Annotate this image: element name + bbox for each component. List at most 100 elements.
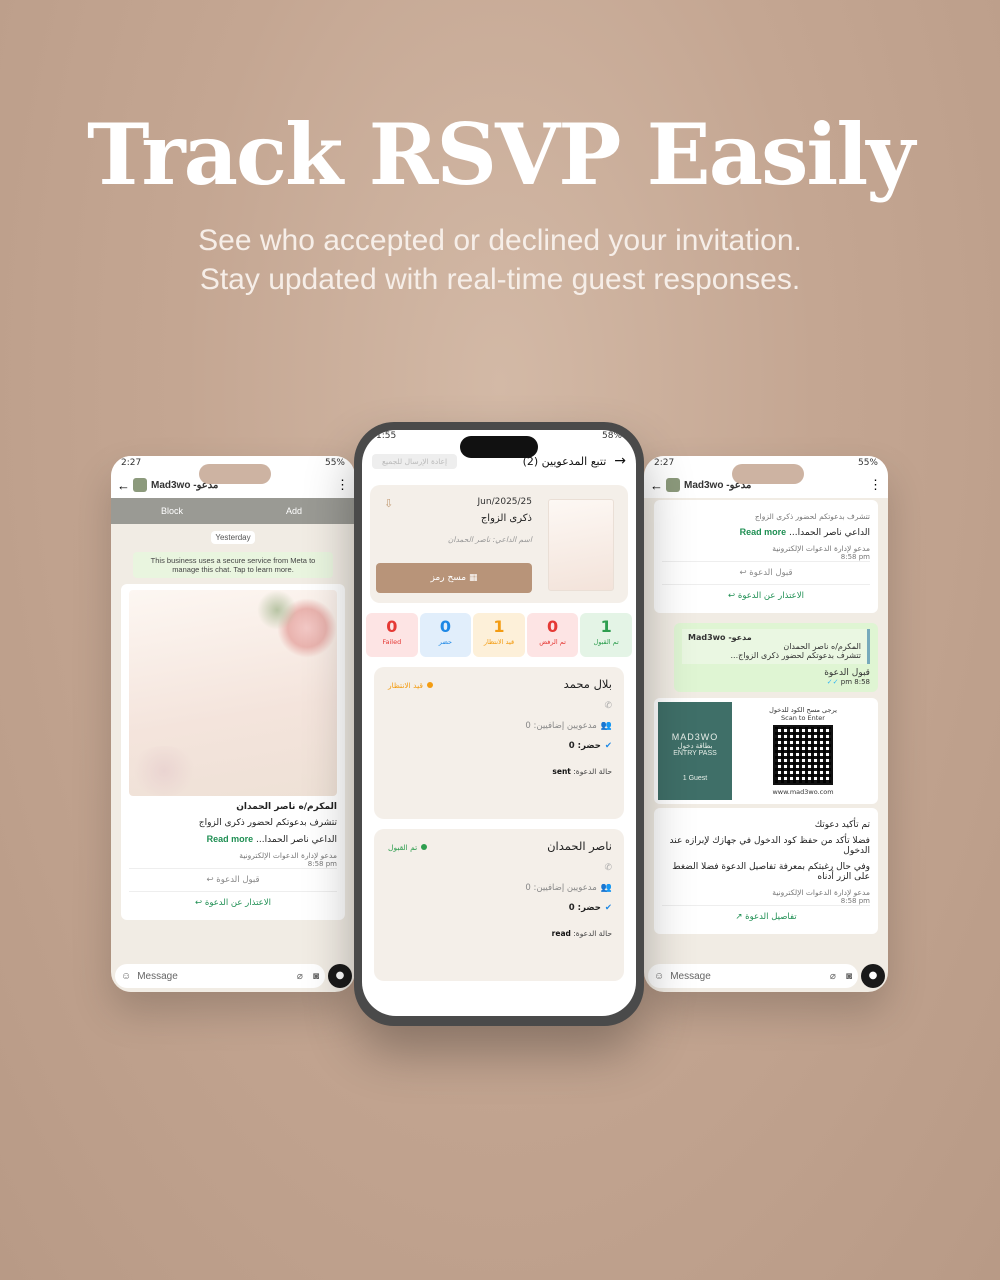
entry-pass-card[interactable]: MAD3WO بطاقة دخول ENTRY PASS 1 Guest يرج…	[654, 698, 878, 804]
accept-invite-button[interactable]: قبول الدعوة ↩	[662, 561, 870, 584]
external-link-icon: ↗	[735, 912, 743, 922]
guest-card[interactable]: ناصر الحمدان تم القبول ✆ 👥مدعويين إضافيين: …	[374, 829, 624, 981]
inviter-line: الداعي ناصر الحمدا... Read more	[662, 527, 870, 538]
back-arrow-icon[interactable]: ←	[650, 478, 663, 493]
quoted-message[interactable]: Mad3wo -مدعو المكرم/ه ناصر الحمدان تتشرف…	[682, 629, 870, 664]
message-time: 8:58 pm	[840, 897, 870, 905]
mic-icon[interactable]: ●	[861, 964, 885, 988]
forward-arrow-icon[interactable]: →	[614, 453, 626, 469]
reply-icon: ↩	[728, 591, 736, 601]
pass-url: www.mad3wo.com	[772, 788, 834, 796]
meta-business-note[interactable]: This business uses a secure service from…	[133, 552, 333, 578]
stat-card[interactable]: 1 قيد الانتظار	[473, 613, 525, 657]
left-phone-whatsapp-invite: 2:27 55% ← Mad3wo -مدعو ⋮ Block Add Yest…	[111, 456, 355, 992]
mic-icon[interactable]: ●	[328, 964, 352, 988]
decline-invite-button[interactable]: الاعتذار عن الدعوة ↩	[662, 584, 870, 607]
stat-card[interactable]: 1 تم القبول	[580, 613, 632, 657]
camera-icon[interactable]: ◙	[846, 971, 852, 982]
event-thumbnail[interactable]	[548, 499, 614, 591]
read-more-link[interactable]: Read more	[207, 834, 254, 844]
pass-guests: 1 Guest	[682, 775, 708, 782]
decline-invite-button[interactable]: الاعتذار عن الدعوة ↩	[129, 891, 337, 914]
center-phone-rsvp-tracker: 1:55 58% إعادة الإرسال للجميع تتبع المدع…	[362, 430, 636, 1016]
extra-guests-text: مدعويين إضافيين: 0	[525, 883, 597, 893]
guest-status-badge: تم القبول	[388, 843, 428, 852]
event-inviter: اسم الداعي: ناصر الحمدان	[447, 535, 532, 544]
stat-label: Failed	[382, 638, 402, 646]
guest-status-badge: قيد الانتظار	[388, 681, 433, 690]
contact-avatar[interactable]	[666, 478, 680, 492]
status-time: 2:27	[121, 458, 142, 468]
camera-notch	[199, 464, 271, 484]
attended-row: ✔حضر: 0	[386, 741, 612, 751]
stat-label: تم القبول	[593, 638, 619, 646]
read-more-link[interactable]: Read more	[740, 527, 787, 537]
pass-scan-en: Scan to Enter	[781, 714, 825, 722]
quote-sender: Mad3wo -مدعو	[688, 633, 752, 642]
stat-value: 0	[547, 617, 559, 636]
more-options-icon[interactable]: ⋮	[869, 477, 882, 493]
accept-label: قبول الدعوة	[749, 568, 793, 578]
inviter-text: الداعي ناصر الحمدا...	[256, 835, 337, 845]
accept-invite-button[interactable]: قبول الدعوة ↩	[129, 868, 337, 891]
invite-state-label: حالة الدعوة:	[570, 767, 612, 776]
invite-state-label: حالة الدعوة:	[570, 929, 612, 938]
phone-row: ✆	[386, 863, 612, 873]
back-arrow-icon[interactable]: ←	[117, 478, 130, 493]
guest-card[interactable]: بلال محمد قيد الانتظار ✆ 👥مدعويين إضافيين: …	[374, 667, 624, 819]
decline-label: الاعتذار عن الدعوة	[737, 591, 804, 601]
message-input[interactable]: ☺ Message ⌀ ◙	[648, 964, 858, 988]
attach-icon[interactable]: ⌀	[830, 971, 836, 982]
block-button[interactable]: Block	[111, 506, 233, 516]
accept-label: قبول الدعوة	[216, 875, 260, 885]
scan-code-button[interactable]: مسح رمز ▦	[376, 563, 532, 593]
camera-notch	[732, 464, 804, 484]
stat-label: قيد الانتظار	[483, 638, 515, 646]
phone-icon[interactable]: ✆	[604, 863, 612, 873]
attach-icon[interactable]: ⌀	[297, 971, 303, 982]
download-icon[interactable]: ⇩	[384, 497, 393, 510]
pass-scan-ar: يرجى مسح الكود للدخول	[769, 706, 837, 714]
hero-title: Track RSVP Easily	[86, 105, 915, 204]
add-button[interactable]: Add	[233, 506, 355, 516]
invite-line: تتشرف بدعوتكم لحضور ذكرى الزواج	[754, 512, 870, 521]
phone-icon[interactable]: ✆	[604, 701, 612, 711]
message-input[interactable]: ☺ Message ⌀ ◙	[115, 964, 325, 988]
status-dot	[426, 682, 433, 688]
event-date: Jun/2025/25	[477, 497, 532, 507]
status-text: قيد الانتظار	[388, 681, 423, 690]
stat-card[interactable]: 0 Failed	[366, 613, 418, 657]
stat-value: 1	[600, 617, 612, 636]
confirmation-message: تم تأكيد دعوتك فضلا تأكد من حفظ كود الدخ…	[654, 808, 878, 934]
user-reply-message: Mad3wo -مدعو المكرم/ه ناصر الحمدان تتشرف…	[674, 623, 878, 692]
brand-footer: مدعو لإدارة الدعوات الإلكترونية	[239, 851, 337, 860]
invitation-card-image[interactable]	[129, 590, 337, 796]
message-placeholder: Message	[670, 970, 711, 982]
sticker-icon[interactable]: ☺	[121, 971, 131, 982]
reply-time-text: 8:58 pm	[840, 678, 870, 686]
save-code-text: فضلا تأكد من حفظ كود الدخول في جهازك لإب…	[669, 836, 870, 856]
stat-card[interactable]: 0 حضر	[419, 613, 472, 657]
reply-icon: ↩	[195, 898, 203, 908]
camera-icon[interactable]: ◙	[313, 971, 319, 982]
contact-avatar[interactable]	[133, 478, 147, 492]
message-placeholder: Message	[137, 970, 178, 982]
scan-label: مسح رمز	[430, 573, 467, 583]
invite-state-row: حالة الدعوة: read	[386, 929, 612, 938]
stat-card[interactable]: 0 تم الرفض	[526, 613, 579, 657]
decline-label: الاعتذار عن الدعوة	[204, 898, 271, 908]
details-label: تفاصيل الدعوة	[745, 912, 797, 922]
rsvp-stats: 0 Failed 0 حضر 1 قيد الانتظار 0 تم الرفض 1 تم الق…	[366, 613, 632, 657]
pass-brand: MAD3WO	[671, 732, 719, 742]
more-options-icon[interactable]: ⋮	[336, 477, 349, 493]
attended-row: ✔حضر: 0	[386, 903, 612, 913]
invite-details-button[interactable]: تفاصيل الدعوة ↗	[662, 905, 870, 928]
dynamic-island	[460, 436, 538, 458]
sticker-icon[interactable]: ☺	[654, 971, 664, 982]
read-ticks-icon: ✓✓	[826, 678, 839, 686]
attended-text: حضر: 0	[568, 903, 601, 913]
invite-line: تتشرف بدعوتكم لحضور ذكرى الزواج	[198, 818, 337, 828]
stat-value: 0	[439, 617, 451, 636]
inviter-line: الداعي ناصر الحمدا... Read more	[129, 834, 337, 845]
resend-all-button[interactable]: إعادة الإرسال للجميع	[372, 453, 458, 469]
